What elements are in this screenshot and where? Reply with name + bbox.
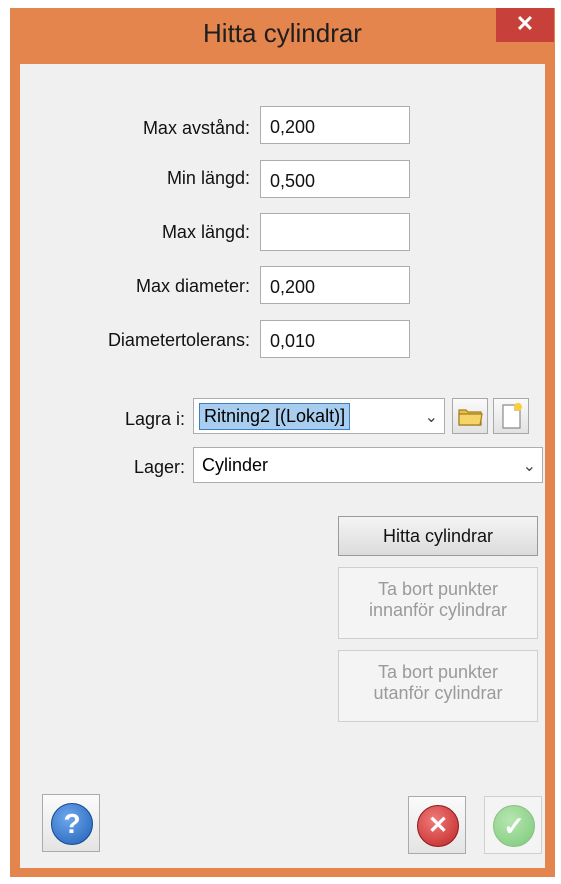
chevron-down-icon: ⌄ — [424, 409, 438, 426]
lager-select[interactable]: Cylinder ⌄ — [193, 447, 543, 483]
min-langd-label: Min längd: — [166, 168, 250, 188]
folder-icon — [458, 409, 483, 426]
chevron-down-icon: ⌄ — [522, 458, 536, 475]
diametertolerans-label: Diametertolerans: — [107, 330, 250, 350]
remove-outside-line2: utanför cylindrar — [373, 683, 503, 703]
remove-points-outside-button[interactable]: Ta bort punkter utanför cylindrar — [338, 650, 538, 722]
dialog-body: Max avstånd: 0,200 Min längd: 0,500 Max … — [20, 64, 545, 868]
title-bar[interactable]: Hitta cylindrar ✕ — [10, 8, 555, 64]
max-diameter-field[interactable]: 0,200 — [260, 266, 410, 304]
max-avstand-label: Max avstånd: — [142, 118, 250, 138]
lagra-i-label: Lagra i: — [124, 409, 185, 429]
max-langd-field[interactable] — [260, 213, 410, 251]
ok-button[interactable]: ✓ — [484, 796, 542, 854]
diametertolerans-field[interactable]: 0,010 — [260, 320, 410, 358]
max-diameter-label: Max diameter: — [135, 276, 250, 296]
new-document-icon — [502, 403, 522, 429]
max-langd-label: Max längd: — [161, 222, 250, 242]
remove-outside-line1: Ta bort punkter — [377, 662, 499, 682]
close-button[interactable]: ✕ — [496, 8, 554, 42]
help-icon: ? — [51, 803, 93, 845]
open-folder-button[interactable] — [452, 398, 488, 434]
cancel-icon: ✕ — [417, 805, 459, 847]
help-button[interactable]: ? — [42, 794, 100, 852]
remove-inside-line2: innanför cylindrar — [368, 600, 508, 620]
min-langd-field[interactable]: 0,500 — [260, 160, 410, 198]
lagra-i-value: Ritning2 [(Lokalt)] — [199, 403, 351, 430]
lager-value: Cylinder — [202, 455, 269, 475]
lagra-i-select[interactable]: Ritning2 [(Lokalt)] ⌄ — [193, 398, 445, 434]
cancel-button[interactable]: ✕ — [408, 796, 466, 854]
remove-points-inside-button[interactable]: Ta bort punkter innanför cylindrar — [338, 567, 538, 639]
hitta-cylindrar-button[interactable]: Hitta cylindrar — [338, 516, 538, 556]
window-title: Hitta cylindrar — [203, 18, 362, 48]
ok-check-icon: ✓ — [493, 805, 535, 847]
close-icon: ✕ — [515, 11, 535, 36]
dialog-window: Hitta cylindrar ✕ Max avstånd: 0,200 Min… — [10, 8, 555, 877]
remove-inside-line1: Ta bort punkter — [377, 579, 499, 599]
lager-label: Lager: — [133, 457, 185, 477]
new-file-button[interactable] — [493, 398, 529, 434]
max-avstand-field[interactable]: 0,200 — [260, 106, 410, 144]
